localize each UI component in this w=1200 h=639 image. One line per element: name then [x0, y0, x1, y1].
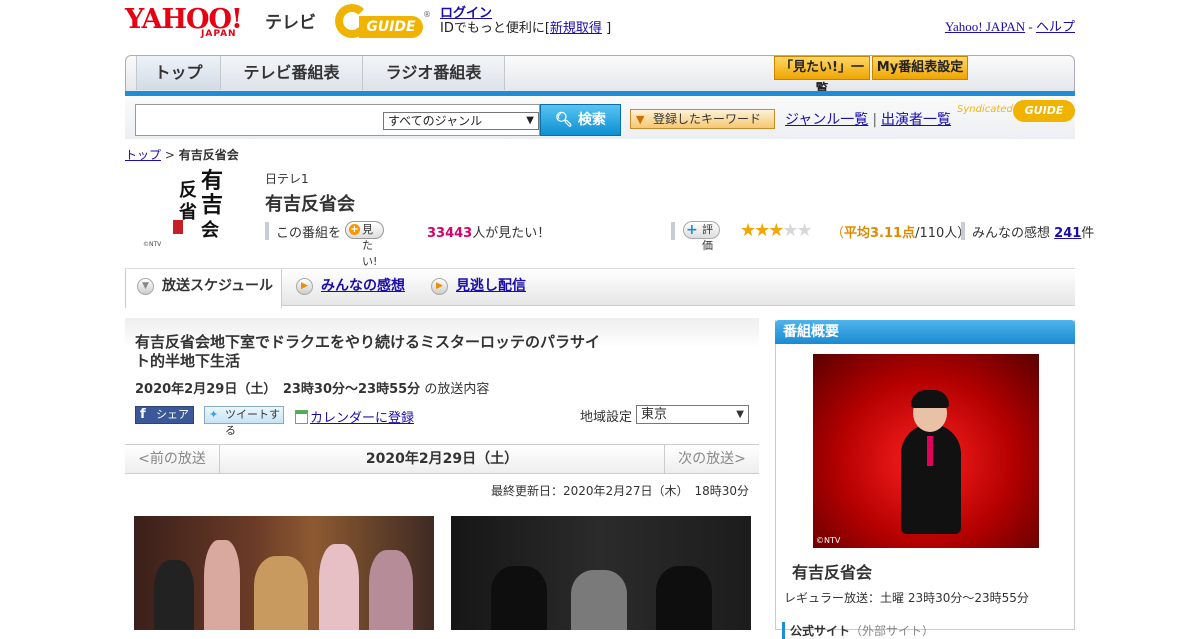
episode-panel: 有吉反省会地下室でドラクエをやり続けるミスターロッテのパラサイト的半地下生活 2…	[125, 318, 759, 630]
tab-schedule[interactable]: ▼ 放送スケジュール	[125, 269, 282, 308]
search-button[interactable]: 🔍︎ 検索	[540, 104, 621, 136]
star-empty-icon: ★★	[782, 220, 812, 241]
program-logo: 有 吉 反 省 会 ©NTV	[143, 168, 235, 248]
tweet-button[interactable]: ✦ ツイートする	[204, 406, 284, 437]
reviews-count-link[interactable]: 241	[1054, 226, 1081, 241]
program-summary-header: 番組概要	[775, 320, 1075, 344]
next-broadcast-button[interactable]: 次の放送>	[664, 445, 759, 473]
facebook-share-button[interactable]: f シェア	[135, 406, 194, 424]
mitai-prefix: この番組を	[276, 226, 342, 241]
episode-photo	[134, 516, 434, 630]
episode-date: 2020年2月29日（土） 23時30分～23時55分 の放送内容	[135, 382, 490, 397]
mitai-button-label: 見たい!	[362, 223, 378, 268]
tab-tv-schedule[interactable]: テレビ番組表	[221, 56, 363, 90]
reviews-summary: みんなの感想 241件	[972, 226, 1095, 241]
registered-keywords-button[interactable]: ▼ 登録したキーワード	[630, 109, 775, 129]
triangle-down-icon: ▼	[636, 113, 645, 126]
search-button-label: 検索	[577, 112, 606, 128]
current-broadcast-date: 2020年2月29日（土）	[365, 451, 519, 467]
tab-radio-schedule[interactable]: ラジオ番組表	[363, 56, 505, 90]
mitai-count: 33443	[427, 226, 473, 241]
global-nav: トップ テレビ番組表 ラジオ番組表 「見たい!」一覧 My番組表設定	[125, 55, 1075, 97]
my-schedule-button[interactable]: My番組表設定	[872, 56, 968, 80]
episode-header: 有吉反省会地下室でドラクエをやり続けるミスターロッテのパラサイト的半地下生活 2…	[125, 318, 759, 438]
breadcrumb: トップ > 有吉反省会	[125, 148, 239, 162]
mitai-suffix: 人が見たい！	[472, 226, 551, 241]
rating-button-label: 評価	[702, 223, 713, 252]
prev-broadcast-button[interactable]: <前の放送	[125, 445, 220, 473]
last-updated: 最終更新日：2020年2月27日（木） 18時30分	[491, 484, 749, 498]
broadcast-pager: <前の放送 2020年2月29日（土） 次の放送>	[125, 444, 759, 474]
registered-keywords-label: 登録したキーワード	[653, 112, 762, 126]
calendar-register[interactable]: カレンダーに登録	[295, 407, 414, 426]
rating-summary: （平均3.11点/110人）	[831, 226, 971, 241]
episode-photo	[451, 516, 751, 630]
arrow-right-circle-icon: ▶	[296, 278, 313, 295]
login-box: ログイン IDでもっと便利に[新規取得 ]	[440, 6, 612, 36]
program-summary-panel: 番組概要 ©NTV 有吉反省会 レギュラー放送：土曜 23時30分～23時55分…	[775, 320, 1075, 639]
yahoo-japan-link[interactable]: Yahoo! JAPAN	[945, 19, 1025, 34]
genre-list-link[interactable]: ジャンル一覧	[785, 112, 868, 128]
program-title: 有吉反省会	[265, 194, 355, 215]
breadcrumb-current: 有吉反省会	[178, 148, 239, 162]
gguide-small-logo: GUIDE	[1013, 100, 1075, 122]
mitai-list-button[interactable]: 「見たい!」一覧	[774, 56, 870, 97]
genre-select-value: すべてのジャンル	[388, 114, 483, 128]
plus-icon: +	[686, 222, 698, 238]
performer-list-link[interactable]: 出演者一覧	[881, 112, 951, 128]
program-tabs: ▼ 放送スケジュール ▶ みんなの感想 ▶ 見逃し配信	[125, 268, 1075, 308]
login-link[interactable]: ログイン	[440, 6, 492, 21]
regular-broadcast: レギュラー放送：土曜 23時30分～23時55分	[784, 591, 1029, 605]
help-link[interactable]: ヘルプ	[1036, 19, 1075, 34]
syndicated-logo: Syndicated GUIDE	[957, 100, 1075, 122]
twitter-bird-icon: ✦	[209, 408, 219, 421]
gguide-logo: GUIDE ®	[335, 4, 431, 42]
breadcrumb-top-link[interactable]: トップ	[125, 148, 161, 162]
star-filled-icon: ★★★	[740, 220, 784, 241]
plus-icon: +	[349, 224, 360, 235]
nav-accent-bar	[125, 91, 1075, 96]
calendar-icon	[295, 410, 308, 424]
rating-average: 平均3.11点	[844, 226, 916, 241]
search-links: ジャンル一覧 | 出演者一覧	[785, 112, 952, 128]
region-select[interactable]: 東京 ▼	[636, 405, 749, 424]
facebook-icon: f	[140, 407, 146, 422]
channel-name: 日テレ1	[265, 172, 309, 186]
region-label: 地域設定	[580, 410, 633, 425]
login-sub-text: IDでもっと便利に[	[440, 21, 550, 36]
logo-copyright: ©NTV	[143, 241, 162, 248]
mitai-button[interactable]: + 見たい!	[345, 221, 385, 268]
gguide-logo-text: GUIDE	[359, 16, 423, 38]
chevron-down-icon: ▼	[736, 409, 744, 420]
seal-stamp-icon	[173, 220, 183, 234]
signup-link[interactable]: 新規取得	[550, 21, 602, 36]
chevron-down-icon: ▼	[526, 115, 534, 126]
tab-streaming[interactable]: ▶ 見逃し配信	[420, 269, 550, 307]
genre-select[interactable]: すべてのジャンル ▼	[383, 112, 539, 130]
search-icon: 🔍︎	[555, 112, 573, 128]
rating-stars: ★★★★★	[740, 220, 813, 241]
region-select-value: 東京	[641, 407, 668, 422]
calendar-register-link[interactable]: カレンダーに登録	[310, 411, 414, 426]
photo-copyright: ©NTV	[816, 536, 841, 545]
yahoo-logo-sub: JAPAN	[201, 29, 237, 39]
top-links: Yahoo! JAPAN - ヘルプ	[944, 19, 1075, 34]
arrow-right-circle-icon: ▶	[431, 278, 448, 295]
region-setting: 地域設定 東京 ▼	[580, 405, 749, 425]
episode-title: 有吉反省会地下室でドラクエをやり続けるミスターロッテのパラサイト的半地下生活	[135, 333, 601, 370]
arrow-down-circle-icon: ▼	[137, 278, 154, 295]
rating-button[interactable]: + 評価	[683, 221, 720, 252]
tab-reviews[interactable]: ▶ みんなの感想	[285, 269, 415, 307]
search-bar: すべてのジャンル ▼ 🔍︎ 検索 ▼ 登録したキーワード ジャンル一覧 | 出演者一…	[125, 97, 1075, 139]
program-host-photo: ©NTV	[813, 354, 1039, 548]
official-site-link[interactable]: 公式サイト（外部サイト）	[782, 622, 934, 639]
service-name[interactable]: テレビ	[265, 8, 316, 33]
program-summary-title: 有吉反省会	[792, 563, 873, 582]
tab-top[interactable]: トップ	[136, 56, 221, 90]
